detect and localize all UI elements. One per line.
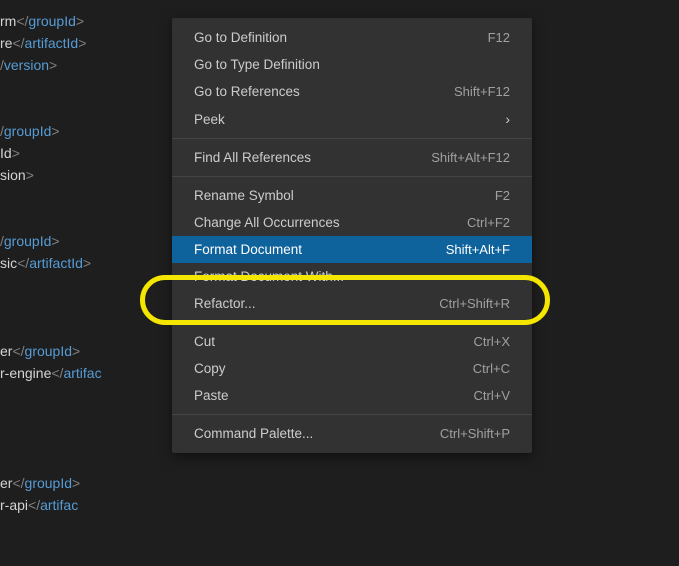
menu-item-shortcut: Ctrl+F2 [467,215,510,230]
menu-item-format-document[interactable]: Format Document Shift+Alt+F [172,236,532,263]
code-line: r-api</artifac [0,494,679,516]
menu-item-label: Copy [194,361,226,376]
menu-item-label: Paste [194,388,229,403]
menu-item-label: Find All References [194,150,311,165]
menu-item-label: Format Document With... [194,269,344,284]
menu-item-shortcut: Shift+Alt+F12 [431,150,510,165]
menu-item-label: Rename Symbol [194,188,294,203]
menu-item-peek[interactable]: Peek › [172,105,532,133]
menu-item-shortcut: Ctrl+Shift+R [439,296,510,311]
menu-item-paste[interactable]: Paste Ctrl+V [172,382,532,409]
menu-separator [172,322,532,323]
menu-item-rename-symbol[interactable]: Rename Symbol F2 [172,182,532,209]
menu-item-label: Change All Occurrences [194,215,340,230]
context-menu: Go to Definition F12 Go to Type Definition… [172,18,532,453]
menu-item-shortcut: Ctrl+Shift+P [440,426,510,441]
menu-item-shortcut: Shift+F12 [454,84,510,99]
menu-item-shortcut: F2 [495,188,510,203]
menu-item-copy[interactable]: Copy Ctrl+C [172,355,532,382]
menu-separator [172,176,532,177]
menu-separator [172,414,532,415]
menu-item-label: Command Palette... [194,426,313,441]
menu-item-shortcut: Ctrl+V [474,388,510,403]
menu-item-label: Refactor... [194,296,256,311]
menu-item-cut[interactable]: Cut Ctrl+X [172,328,532,355]
menu-item-go-to-type-definition[interactable]: Go to Type Definition [172,51,532,78]
menu-item-change-all-occurrences[interactable]: Change All Occurrences Ctrl+F2 [172,209,532,236]
menu-item-format-document-with[interactable]: Format Document With... [172,263,532,290]
menu-item-label: Format Document [194,242,302,257]
menu-item-shortcut: Ctrl+X [474,334,510,349]
menu-item-label: Cut [194,334,215,349]
code-line [0,450,679,472]
menu-item-shortcut: Shift+Alt+F [446,242,510,257]
menu-item-go-to-references[interactable]: Go to References Shift+F12 [172,78,532,105]
chevron-right-icon: › [505,111,510,127]
menu-item-label: Peek [194,112,225,127]
menu-item-shortcut: Ctrl+C [473,361,510,376]
code-line: er</groupId> [0,472,679,494]
menu-item-label: Go to Type Definition [194,57,320,72]
menu-item-command-palette[interactable]: Command Palette... Ctrl+Shift+P [172,420,532,447]
menu-item-label: Go to References [194,84,300,99]
menu-separator [172,138,532,139]
menu-item-label: Go to Definition [194,30,287,45]
menu-item-go-to-definition[interactable]: Go to Definition F12 [172,24,532,51]
menu-item-refactor[interactable]: Refactor... Ctrl+Shift+R [172,290,532,317]
menu-item-shortcut: F12 [488,30,510,45]
menu-item-find-all-references[interactable]: Find All References Shift+Alt+F12 [172,144,532,171]
